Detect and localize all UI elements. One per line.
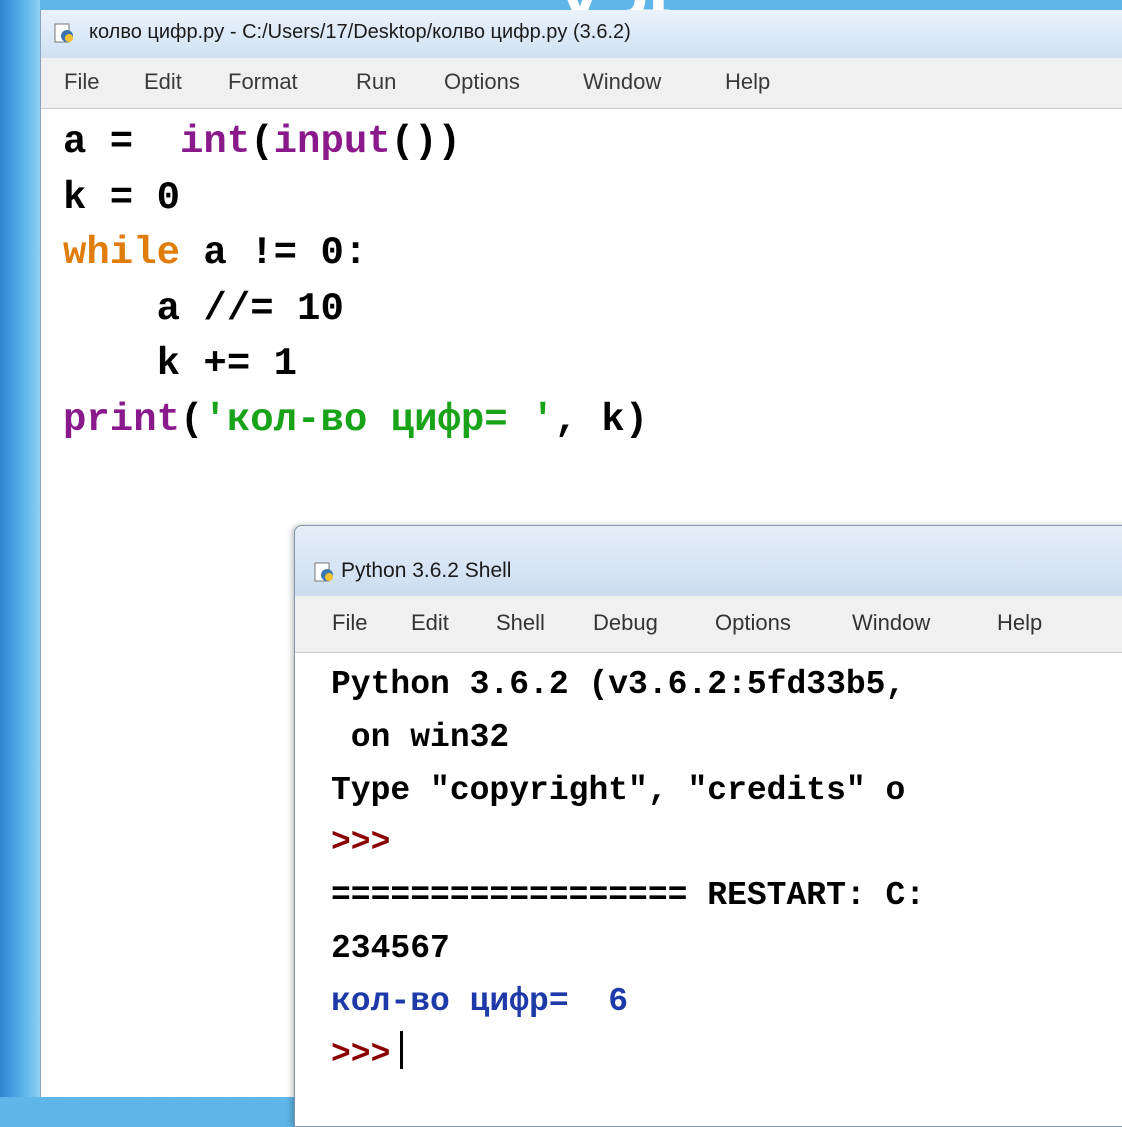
shell-banner-line-1: Python 3.6.2 (v3.6.2:5fd33b5, [331, 666, 906, 703]
shell-output[interactable]: Python 3.6.2 (v3.6.2:5fd33b5, on win32 T… [331, 659, 925, 1081]
menu-file[interactable]: File [64, 69, 99, 95]
menu-window[interactable]: Window [852, 610, 930, 636]
shell-restart-line: ================== RESTART: C: [331, 877, 926, 915]
code-line-6: print('кол-во цифр= ', k) [63, 397, 649, 442]
menu-debug[interactable]: Debug [593, 610, 658, 636]
text-cursor [400, 1030, 404, 1069]
editor-menubar: File Edit Format Run Options Window Help [41, 58, 1122, 109]
menu-file[interactable]: File [332, 610, 367, 636]
source-code[interactable]: a = int(input()) k = 0 while a != 0: a /… [63, 115, 648, 448]
shell-text-area[interactable]: Python 3.6.2 (v3.6.2:5fd33b5, on win32 T… [295, 653, 1122, 1126]
shell-prompt-current: >>> [331, 1035, 391, 1073]
code-line-2: k = 0 [63, 175, 181, 220]
editor-window-title: колво цифр.py - C:/Users/17/Desktop/колв… [89, 21, 631, 43]
menu-format[interactable]: Format [228, 69, 298, 95]
menu-edit[interactable]: Edit [144, 69, 182, 95]
python-shell-icon [314, 562, 333, 582]
shell-program-output: кол-во цифр= 6 [331, 982, 629, 1020]
python-shell-window[interactable]: Python 3.6.2 Shell File Edit Shell Debug… [294, 525, 1122, 1127]
editor-titlebar[interactable]: колво цифр.py - C:/Users/17/Desktop/колв… [41, 10, 1122, 59]
code-line-4: a //= 10 [63, 286, 344, 331]
shell-window-title: Python 3.6.2 Shell [341, 559, 512, 582]
shell-menubar: File Edit Shell Debug Options Window Hel… [295, 596, 1122, 653]
code-line-1: a = int(input()) [63, 120, 461, 164]
menu-run[interactable]: Run [356, 69, 396, 95]
menu-options[interactable]: Options [715, 610, 791, 636]
code-line-5: k += 1 [63, 342, 298, 386]
shell-banner-line-3: Type "copyright", "credits" o [331, 771, 906, 809]
menu-window[interactable]: Window [583, 69, 661, 95]
shell-prompt: >>> [331, 824, 391, 862]
menu-shell[interactable]: Shell [496, 610, 545, 636]
shell-banner-line-2: on win32 [331, 718, 510, 756]
menu-help[interactable]: Help [997, 610, 1042, 636]
shell-titlebar[interactable]: Python 3.6.2 Shell [295, 526, 1122, 597]
menu-help[interactable]: Help [725, 69, 770, 95]
menu-edit[interactable]: Edit [411, 610, 449, 636]
python-file-icon [54, 23, 73, 43]
shell-input-value: 234567 [331, 929, 450, 967]
menu-options[interactable]: Options [444, 69, 520, 95]
slide-background-strip [0, 0, 40, 1097]
code-line-3: while a != 0: [63, 231, 368, 275]
